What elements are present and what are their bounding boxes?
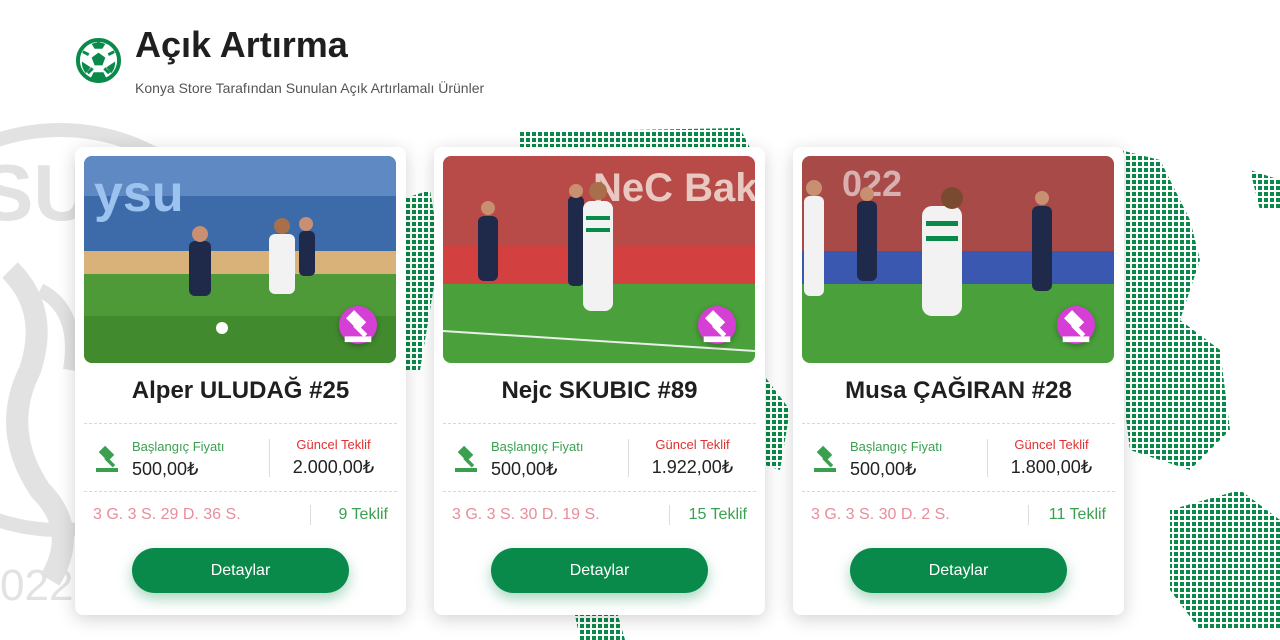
- countdown-timer: 3 G. 3 S. 29 D. 36 S.: [93, 505, 241, 523]
- auction-card-list: ysu Alper ULUDAĞ #25 Başlangıç Fiyatı 50…: [75, 147, 1124, 615]
- current-bid: Güncel Teklif 1.800,00₺: [988, 437, 1115, 478]
- current-bid-value: 2.000,00₺: [292, 457, 375, 477]
- details-button[interactable]: Detaylar: [850, 548, 1067, 593]
- price-row: Başlangıç Fiyatı 500,00₺ Güncel Teklif 1…: [443, 424, 756, 491]
- current-bid-value: 1.800,00₺: [1010, 457, 1093, 477]
- current-bid: Güncel Teklif 1.922,00₺: [629, 437, 756, 478]
- start-price: Başlangıç Fiyatı 500,00₺: [491, 438, 629, 479]
- countdown-timer: 3 G. 3 S. 30 D. 2 S.: [811, 505, 950, 523]
- product-title: Musa ÇAĞIRAN #28: [845, 377, 1072, 404]
- auction-card: 022 Musa ÇAĞIRAN #28 Başlangıç Fiyatı 50…: [793, 147, 1124, 615]
- gavel-icon: [455, 445, 477, 472]
- countdown-timer: 3 G. 3 S. 30 D. 19 S.: [452, 505, 600, 523]
- product-title: Alper ULUDAĞ #25: [131, 377, 350, 404]
- page-subtitle: Konya Store Tarafından Sunulan Açık Artı…: [135, 80, 485, 96]
- gavel-icon: [814, 445, 836, 472]
- product-photo[interactable]: ysu: [84, 156, 396, 363]
- current-bid: Güncel Teklif 2.000,00₺: [270, 437, 397, 478]
- gavel-icon: [96, 445, 118, 472]
- product-photo[interactable]: NeC Bak: [443, 156, 755, 363]
- crest-year: 022: [0, 561, 73, 610]
- start-price: Başlangıç Fiyatı 500,00₺: [132, 438, 270, 479]
- start-price-label: Başlangıç Fiyatı: [132, 438, 225, 454]
- current-bid-label: Güncel Teklif: [296, 437, 371, 452]
- meta-row: 3 G. 3 S. 30 D. 2 S. 11 Teklif: [802, 492, 1115, 537]
- auction-card: NeC Bak Nejc SKUBIC #89 Başlangıç Fiyatı…: [434, 147, 765, 615]
- start-price-value: 500,00₺: [132, 458, 199, 479]
- start-price-value: 500,00₺: [850, 458, 917, 479]
- details-button[interactable]: Detaylar: [132, 548, 349, 593]
- gavel-icon[interactable]: [339, 306, 377, 344]
- svg-text:ysu: ysu: [94, 165, 184, 223]
- price-row: Başlangıç Fiyatı 500,00₺ Güncel Teklif 2…: [84, 424, 397, 491]
- gavel-icon[interactable]: [698, 306, 736, 344]
- product-title: Nejc SKUBIC #89: [501, 377, 698, 404]
- bid-count: 11 Teklif: [1048, 505, 1106, 523]
- svg-text:NeC Bak: NeC Bak: [593, 166, 755, 210]
- page-header: Açık Artırma Konya Store Tarafından Sunu…: [76, 22, 484, 96]
- start-price: Başlangıç Fiyatı 500,00₺: [850, 438, 988, 479]
- start-price-label: Başlangıç Fiyatı: [491, 438, 584, 454]
- price-row: Başlangıç Fiyatı 500,00₺ Güncel Teklif 1…: [802, 424, 1115, 491]
- current-bid-value: 1.922,00₺: [651, 457, 734, 477]
- details-button[interactable]: Detaylar: [491, 548, 708, 593]
- bid-count: 9 Teklif: [338, 505, 388, 523]
- page-title: Açık Artırma: [135, 24, 348, 65]
- bid-count: 15 Teklif: [688, 505, 747, 523]
- current-bid-label: Güncel Teklif: [655, 437, 730, 452]
- auction-card: ysu Alper ULUDAĞ #25 Başlangıç Fiyatı 50…: [75, 147, 406, 615]
- meta-row: 3 G. 3 S. 29 D. 36 S. 9 Teklif: [84, 492, 397, 537]
- current-bid-label: Güncel Teklif: [1014, 437, 1089, 452]
- product-photo[interactable]: 022: [802, 156, 1114, 363]
- start-price-value: 500,00₺: [491, 458, 558, 479]
- meta-row: 3 G. 3 S. 30 D. 19 S. 15 Teklif: [443, 492, 756, 537]
- gavel-icon[interactable]: [1057, 306, 1095, 344]
- football-icon: [76, 38, 121, 83]
- start-price-label: Başlangıç Fiyatı: [850, 438, 943, 454]
